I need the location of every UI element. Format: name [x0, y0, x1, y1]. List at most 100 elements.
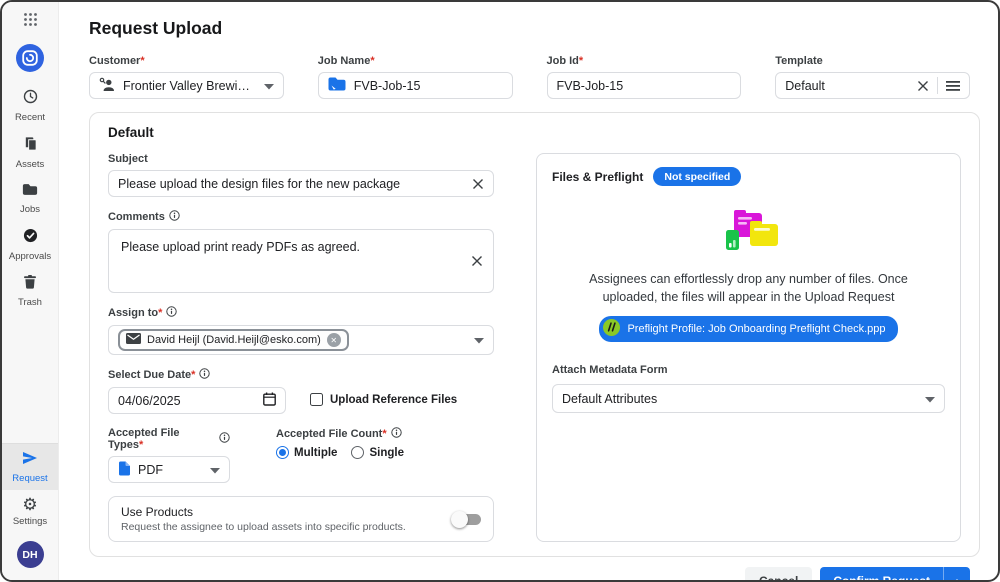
clock-icon	[23, 89, 38, 109]
confirm-request-dropdown-button[interactable]	[943, 567, 970, 582]
job-name-input[interactable]: FVB-Job-15	[318, 72, 513, 99]
file-count-group: Accepted File Count Multiple	[276, 427, 404, 459]
app-logo-icon[interactable]	[16, 44, 44, 72]
comments-input[interactable]: Please upload print ready PDFs as agreed…	[108, 229, 494, 293]
due-date-input[interactable]: 04/06/2025	[108, 387, 286, 414]
trash-icon	[24, 275, 36, 294]
use-products-description: Request the assignee to upload assets in…	[121, 521, 443, 533]
cancel-button[interactable]: Cancel	[745, 567, 812, 582]
chevron-up-icon	[953, 579, 961, 582]
upload-reference-checkbox-row[interactable]: Upload Reference Files	[310, 393, 457, 406]
metadata-form-select[interactable]: Default Attributes	[552, 384, 945, 413]
subject-group: Subject Please upload the design files f…	[108, 153, 494, 197]
customer-field: Customer Frontier Valley Brewing Co.	[89, 55, 284, 99]
sidebar: Recent Assets Jobs Approvals Trash	[2, 2, 59, 580]
assignee-remove-icon[interactable]: ✕	[327, 333, 341, 347]
upload-reference-label: Upload Reference Files	[330, 394, 457, 406]
sidebar-item-assets[interactable]: Assets	[2, 129, 58, 176]
subject-clear-icon[interactable]	[472, 178, 484, 190]
user-avatar[interactable]: DH	[17, 541, 44, 568]
radio-single-label: Single	[369, 447, 404, 459]
divider	[937, 77, 938, 94]
calendar-icon[interactable]	[263, 392, 276, 409]
sidebar-item-recent[interactable]: Recent	[2, 82, 58, 129]
folder-icon	[22, 183, 38, 201]
folders-illustration	[552, 206, 945, 258]
template-label: Template	[775, 55, 970, 67]
chevron-down-icon	[264, 79, 274, 93]
header-fields-row: Customer Frontier Valley Brewing Co. Job…	[89, 55, 980, 99]
subject-label: Subject	[108, 153, 494, 165]
info-icon	[169, 210, 180, 224]
app-window: Recent Assets Jobs Approvals Trash	[0, 0, 1000, 582]
assign-to-select[interactable]: David Heijl (David.Heijl@esko.com) ✕	[108, 325, 494, 355]
page-title: Request Upload	[89, 18, 980, 39]
pdf-file-icon	[118, 461, 130, 479]
template-select[interactable]: Default	[775, 72, 970, 99]
toggle-knob	[451, 511, 468, 528]
customer-select[interactable]: Frontier Valley Brewing Co.	[89, 72, 284, 99]
chevron-down-icon	[210, 463, 220, 477]
confirm-request-button[interactable]: Confirm Request	[820, 567, 943, 582]
job-name-value: FVB-Job-15	[354, 79, 503, 93]
radio-single[interactable]	[351, 446, 364, 459]
job-id-value: FVB-Job-15	[557, 79, 732, 93]
section-title: Default	[108, 125, 961, 140]
job-id-field: Job Id FVB-Job-15	[547, 55, 742, 99]
due-date-row: Select Due Date 04/06/2025	[108, 368, 494, 414]
sidebar-item-trash[interactable]: Trash	[2, 268, 58, 314]
request-form-card: Default Subject Please upload the design…	[89, 112, 980, 557]
chevron-down-icon	[474, 333, 484, 347]
metadata-form-label: Attach Metadata Form	[552, 364, 945, 376]
sidebar-item-approvals[interactable]: Approvals	[2, 221, 58, 268]
sidebar-item-label: Trash	[18, 297, 42, 308]
comments-clear-icon[interactable]	[471, 255, 483, 267]
info-icon	[391, 427, 402, 441]
job-id-input[interactable]: FVB-Job-15	[547, 72, 742, 99]
sidebar-item-label: Assets	[16, 159, 45, 170]
sidebar-item-jobs[interactable]: Jobs	[2, 176, 58, 221]
customer-person-key-icon	[99, 77, 115, 95]
radio-multiple[interactable]	[276, 446, 289, 459]
app-launcher-grid-icon[interactable]	[23, 12, 38, 32]
subject-value: Please upload the design files for the n…	[118, 177, 464, 191]
envelope-icon	[126, 333, 141, 347]
upload-reference-checkbox[interactable]	[310, 393, 323, 406]
template-menu-icon[interactable]	[946, 81, 960, 91]
file-types-select[interactable]: PDF	[108, 456, 230, 483]
preflight-icon	[603, 319, 620, 339]
chevron-down-icon	[925, 392, 935, 406]
customer-label: Customer	[89, 55, 284, 67]
job-name-label: Job Name	[318, 55, 513, 67]
send-icon	[22, 451, 38, 470]
sidebar-item-request[interactable]: Request	[2, 443, 58, 490]
file-count-label: Accepted File Count	[276, 427, 404, 441]
assign-to-label: Assign to	[108, 306, 494, 320]
file-types-value: PDF	[138, 463, 202, 477]
footer-actions: Cancel Confirm Request	[89, 557, 980, 582]
template-clear-icon[interactable]	[917, 80, 929, 92]
gear-icon: ⚙	[22, 497, 37, 513]
sidebar-item-settings[interactable]: ⚙ Settings	[2, 490, 58, 533]
assign-to-group: Assign to David Heijl (David.Heijl@esko.…	[108, 306, 494, 355]
job-id-label: Job Id	[547, 55, 742, 67]
info-icon	[199, 368, 210, 382]
radio-option-multiple[interactable]: Multiple	[276, 446, 337, 459]
preflight-profile-chip[interactable]: Preflight Profile: Job Onboarding Prefli…	[599, 316, 897, 342]
radio-option-single[interactable]: Single	[351, 446, 404, 459]
radio-multiple-label: Multiple	[294, 447, 337, 459]
job-folder-icon	[328, 77, 346, 94]
files-preflight-description: Assignees can effortlessly drop any numb…	[578, 271, 919, 306]
subject-input[interactable]: Please upload the design files for the n…	[108, 170, 494, 197]
metadata-form-value: Default Attributes	[562, 392, 917, 406]
due-date-label: Select Due Date	[108, 368, 286, 382]
info-icon	[166, 306, 177, 320]
card-body: Subject Please upload the design files f…	[108, 153, 961, 542]
use-products-toggle[interactable]	[453, 514, 481, 525]
file-count-radios: Multiple Single	[276, 446, 404, 459]
assignee-chip[interactable]: David Heijl (David.Heijl@esko.com) ✕	[118, 329, 349, 351]
template-value: Default	[785, 79, 909, 93]
form-left-column: Subject Please upload the design files f…	[108, 153, 494, 542]
assignee-chip-label: David Heijl (David.Heijl@esko.com)	[147, 334, 321, 346]
confirm-request-split-button: Confirm Request	[820, 567, 970, 582]
